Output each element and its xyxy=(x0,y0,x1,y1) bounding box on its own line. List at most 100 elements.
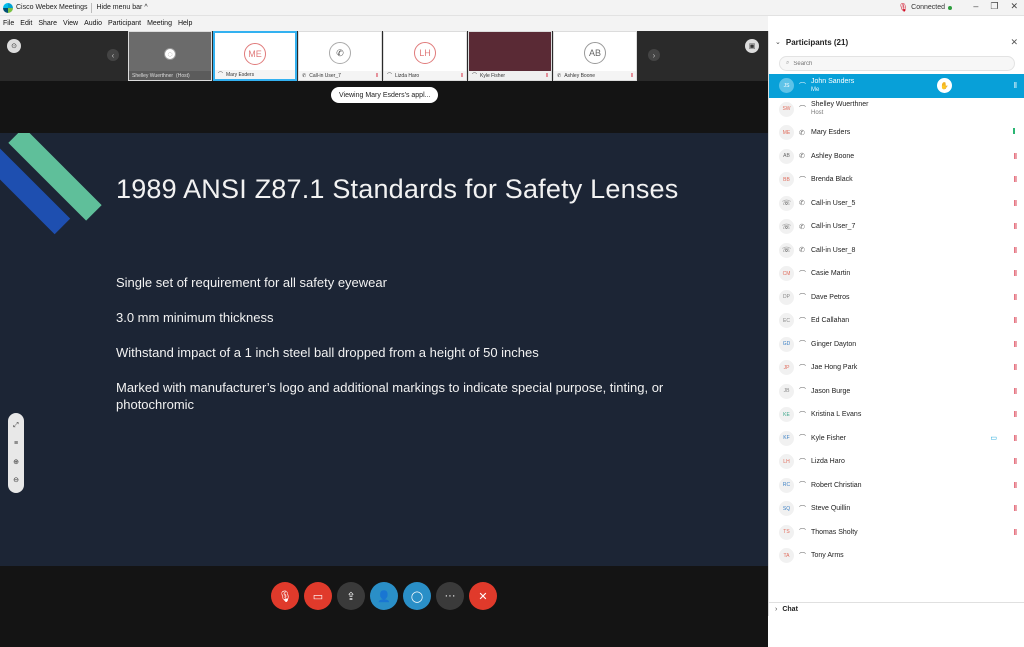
avatar: ME xyxy=(779,125,794,141)
video-thumb[interactable]: ◌ Shelley Wuerthner (Host) xyxy=(128,31,212,81)
headset-icon: ⌒ xyxy=(799,411,806,419)
layout-icon[interactable]: ⊙ xyxy=(7,39,21,53)
mic-muted-icon[interactable]: ǁ xyxy=(1014,246,1017,255)
mic-muted-icon[interactable]: ǁ xyxy=(1014,222,1017,231)
zoom-out-icon[interactable]: ⊖ xyxy=(13,476,19,484)
participant-row[interactable]: ME ✆ Mary Esders xyxy=(769,121,1024,145)
filmstrip-prev-icon[interactable]: ‹ xyxy=(107,49,119,61)
zoom-in-icon[interactable]: ⊕ xyxy=(13,458,19,466)
minimize-icon[interactable]: – xyxy=(973,1,978,12)
participant-row[interactable]: SW ⌒ Shelley Wuerthner Host xyxy=(769,98,1024,122)
video-thumb[interactable]: LH ⌒ Lizda Haro ǁ xyxy=(383,31,467,81)
thumb-label: ✆ Call-in User_7 ǁ xyxy=(299,71,381,80)
mic-muted-icon[interactable]: ǁ xyxy=(1014,293,1017,302)
search-field[interactable]: ⌕ xyxy=(779,56,1015,71)
menu-share[interactable]: Share xyxy=(38,20,57,27)
mic-muted-icon[interactable]: ǁ xyxy=(1014,152,1017,161)
participant-row[interactable]: KE ⌒ Kristina L Evans ǁ xyxy=(769,403,1024,427)
video-thumb[interactable]: ME ⌒ Mary Esders xyxy=(213,31,297,81)
video-thumb[interactable]: ⌒ Kyle Fisher ǁ xyxy=(468,31,552,81)
close-icon[interactable]: ✕ xyxy=(1010,37,1018,48)
participants-header[interactable]: ⌄ Participants (21) xyxy=(769,31,1024,53)
participant-row[interactable]: AB ✆ Ashley Boone ǁ xyxy=(769,145,1024,169)
mic-muted-icon[interactable]: ǁ xyxy=(1014,457,1017,466)
headset-icon: ⌒ xyxy=(799,270,806,278)
zoom-slider-icon[interactable]: ≡ xyxy=(14,440,18,447)
video-icon[interactable]: ▭ xyxy=(990,434,997,442)
thumb-name: Kyle Fisher xyxy=(480,72,506,79)
mic-muted-icon[interactable]: ǁ xyxy=(1014,175,1017,184)
participant-row[interactable]: ☏ ✆ Call-in User_7 ǁ xyxy=(769,215,1024,239)
share-button[interactable]: ⇪ xyxy=(337,582,365,610)
fit-icon[interactable]: ⤢ xyxy=(13,422,19,430)
participant-row[interactable]: TA ⌒ Tony Arms xyxy=(769,544,1024,568)
participant-row[interactable]: BB ⌒ Brenda Black ǁ xyxy=(769,168,1024,192)
close-icon[interactable]: ✕ xyxy=(1010,1,1018,12)
mic-muted-icon[interactable]: ǁ xyxy=(1014,81,1017,90)
mic-muted-icon[interactable]: ǁ xyxy=(1014,434,1017,443)
shared-slide: 1989 ANSI Z87.1 Standards for Safety Len… xyxy=(0,133,768,566)
mic-muted-icon[interactable]: ǁ xyxy=(1014,199,1017,208)
phone-icon: ☏ xyxy=(779,219,794,235)
avatar: JP xyxy=(779,360,794,376)
participant-row[interactable]: JP ⌒ Jae Hong Park ǁ xyxy=(769,356,1024,380)
viewing-share-label[interactable]: Viewing Mary Esders's appl... xyxy=(331,87,439,103)
participant-row[interactable]: LH ⌒ Lizda Haro ǁ xyxy=(769,450,1024,474)
menu-file[interactable]: File xyxy=(3,20,14,27)
phone-icon: ✆ xyxy=(329,42,351,64)
mic-muted-icon[interactable]: ǁ xyxy=(1014,410,1017,419)
calendar-icon[interactable]: ▣ xyxy=(745,39,759,53)
leave-meeting-button[interactable]: ✕ xyxy=(469,582,497,610)
participant-row[interactable]: KF ⌒ Kyle Fisher ▭ ǁ xyxy=(769,427,1024,451)
participant-row[interactable]: GD ⌒ Ginger Dayton ǁ xyxy=(769,333,1024,357)
raise-hand-icon[interactable]: ✋ xyxy=(937,78,952,93)
mic-muted-icon[interactable]: ǁ xyxy=(1014,316,1017,325)
participant-row[interactable]: ☏ ✆ Call-in User_5 ǁ xyxy=(769,192,1024,216)
hide-menu-bar-button[interactable]: Hide menu bar ^ xyxy=(96,4,147,11)
mic-muted-icon: 🎙︎ xyxy=(897,3,909,12)
headset-icon: ⌒ xyxy=(799,458,806,466)
mic-muted-icon[interactable]: ǁ xyxy=(1014,363,1017,372)
participant-row[interactable]: TS ⌒ Thomas Sholty ǁ xyxy=(769,521,1024,545)
participant-row[interactable]: DP ⌒ Dave Petros ǁ xyxy=(769,286,1024,310)
participant-row[interactable]: JS ⌒ John Sanders Me ✋ ǁ xyxy=(769,74,1024,98)
chevron-down-icon: ⌄ xyxy=(775,39,781,46)
mic-muted-icon[interactable]: ǁ xyxy=(1014,387,1017,396)
menu-participant[interactable]: Participant xyxy=(108,20,141,27)
video-thumb[interactable]: AB ✆ Ashley Boone ǁ xyxy=(553,31,637,81)
video-thumb[interactable]: ✆ ✆ Call-in User_7 ǁ xyxy=(298,31,382,81)
thumb-name: Shelley Wuerthner xyxy=(132,72,174,79)
participant-row[interactable]: JB ⌒ Jason Burge ǁ xyxy=(769,380,1024,404)
mic-muted-icon[interactable]: ǁ xyxy=(1014,269,1017,278)
menu-meeting[interactable]: Meeting xyxy=(147,20,172,27)
thumb-name: Call-in User_7 xyxy=(309,72,341,79)
more-options-button[interactable]: ··· xyxy=(436,582,464,610)
mute-button[interactable]: 🎙︎ xyxy=(271,582,299,610)
participant-row[interactable]: RC ⌒ Robert Christian ǁ xyxy=(769,474,1024,498)
maximize-icon[interactable]: ❐ xyxy=(990,1,998,12)
chat-section-header[interactable]: › Chat xyxy=(769,602,1024,616)
mic-muted-icon[interactable]: ǁ xyxy=(1014,504,1017,513)
menu-edit[interactable]: Edit xyxy=(20,20,32,27)
menu-help[interactable]: Help xyxy=(178,20,192,27)
menu-view[interactable]: View xyxy=(63,20,78,27)
participant-row[interactable]: CM ⌒ Casie Martin ǁ xyxy=(769,262,1024,286)
phone-icon: ✆ xyxy=(799,223,805,231)
headset-icon: ⌒ xyxy=(799,317,806,325)
participant-row[interactable]: SQ ⌒ Steve Quillin ǁ xyxy=(769,497,1024,521)
mic-muted-icon[interactable]: ǁ xyxy=(1014,528,1017,537)
search-input[interactable] xyxy=(793,60,994,67)
headset-icon: ⌒ xyxy=(799,364,806,372)
participants-button[interactable]: 👤 xyxy=(370,582,398,610)
mic-muted-icon[interactable]: ǁ xyxy=(1014,481,1017,490)
chat-button[interactable]: ◯ xyxy=(403,582,431,610)
filmstrip-next-icon[interactable]: › xyxy=(648,49,660,61)
slide-bullet: Single set of requirement for all safety… xyxy=(116,275,387,290)
menu-audio[interactable]: Audio xyxy=(84,20,102,27)
stop-video-button[interactable]: ▭ xyxy=(304,582,332,610)
participant-name: Brenda Black xyxy=(811,176,853,184)
participant-row[interactable]: ☏ ✆ Call-in User_8 ǁ xyxy=(769,239,1024,263)
mic-muted-icon[interactable]: ǁ xyxy=(1014,340,1017,349)
participant-row[interactable]: EC ⌒ Ed Callahan ǁ xyxy=(769,309,1024,333)
participant-name: Steve Quillin xyxy=(811,505,851,513)
